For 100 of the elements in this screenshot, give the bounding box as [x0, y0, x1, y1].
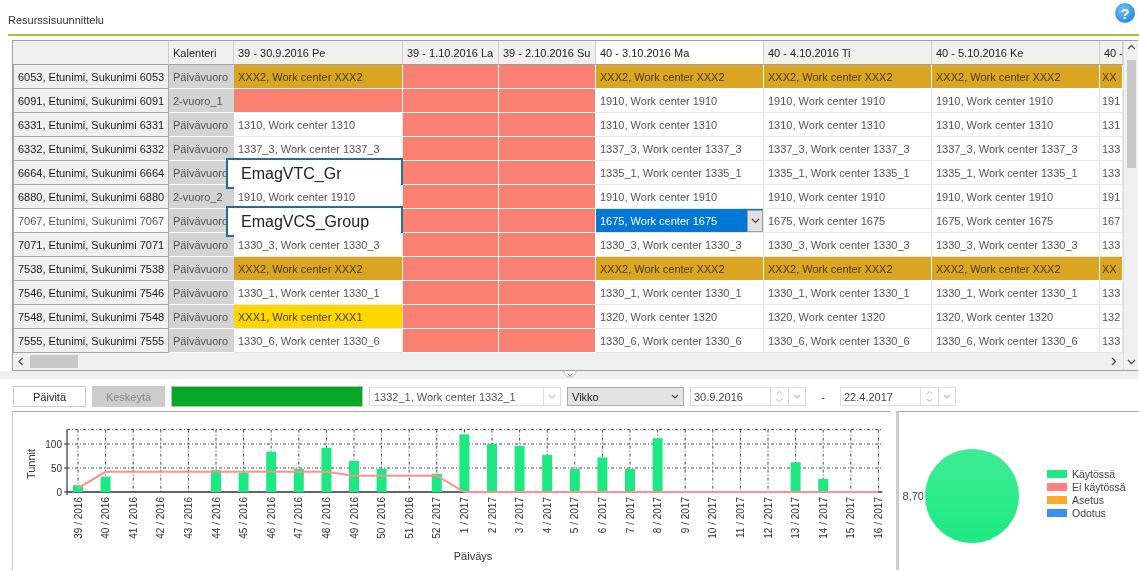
table-cell[interactable]: XXX2, Work center XXX2: [932, 65, 1100, 89]
row-header[interactable]: 6091, Etunimi, Sukunimi 6091: [13, 89, 169, 113]
table-cell[interactable]: [403, 281, 499, 305]
table-cell[interactable]: [403, 209, 499, 233]
date-field[interactable]: 30.9.2016: [690, 387, 806, 406]
table-cell[interactable]: 133: [1100, 329, 1123, 353]
table-cell[interactable]: 1335_1, Work center 1335_1: [764, 161, 932, 185]
table-cell[interactable]: 131: [1100, 113, 1123, 137]
row-header[interactable]: 6664, Etunimi, Sukunimi 6664: [13, 161, 169, 185]
row-header[interactable]: 7555, Etunimi, Sukunimi 7555: [13, 329, 169, 353]
table-cell[interactable]: [403, 113, 499, 137]
table-cell[interactable]: 1320, Work center 1320: [764, 305, 932, 329]
date-field[interactable]: 22.4.2017: [840, 387, 956, 406]
table-cell[interactable]: 1675, Work center 1675: [932, 209, 1100, 233]
splitter-grip-icon[interactable]: [562, 371, 577, 380]
table-cell[interactable]: [499, 281, 596, 305]
dropdown-button[interactable]: [747, 209, 763, 232]
table-cell[interactable]: [499, 185, 596, 209]
table-cell[interactable]: [403, 161, 499, 185]
table-cell[interactable]: 191: [1100, 89, 1123, 113]
column-header[interactable]: 39 - 30.9.2016 Pe: [234, 41, 403, 65]
table-cell[interactable]: 1910, Work center 1910: [764, 89, 932, 113]
table-cell[interactable]: 1910, Work center 1910: [764, 185, 932, 209]
table-cell[interactable]: [403, 137, 499, 161]
column-header[interactable]: 39 - 2.10.2016 Su: [499, 41, 596, 65]
table-cell[interactable]: [403, 65, 499, 89]
table-cell[interactable]: 1910, Work center 1910: [596, 89, 764, 113]
column-header[interactable]: 40 - 4.10.2016 Ti: [764, 41, 932, 65]
vertical-scrollbar[interactable]: [1123, 41, 1138, 370]
column-header[interactable]: 40 -: [1100, 41, 1123, 65]
table-cell[interactable]: 1310, Work center 1310: [596, 113, 764, 137]
table-cell[interactable]: 132: [1100, 305, 1123, 329]
table-cell[interactable]: [234, 89, 403, 113]
table-cell[interactable]: XXX2, Work center XXX2: [234, 257, 403, 281]
table-cell[interactable]: 1330_1, Work center 1330_1: [596, 281, 764, 305]
column-header[interactable]: Kalenteri: [169, 41, 234, 65]
table-cell[interactable]: 1675, Work center 1675: [764, 209, 932, 233]
table-cell[interactable]: [499, 257, 596, 281]
table-cell[interactable]: XX: [1100, 257, 1123, 281]
refresh-button[interactable]: Päivitä: [13, 386, 86, 407]
table-cell[interactable]: 1310, Work center 1310: [764, 113, 932, 137]
table-cell[interactable]: [403, 305, 499, 329]
table-cell[interactable]: 1337_3, Work center 1337_3: [932, 137, 1100, 161]
table-cell[interactable]: 1330_6, Work center 1330_6: [234, 329, 403, 353]
table-cell[interactable]: 1337_3, Work center 1337_3: [596, 137, 764, 161]
table-cell[interactable]: XXX2, Work center XXX2: [596, 65, 764, 89]
table-cell[interactable]: 167: [1100, 209, 1123, 233]
row-header[interactable]: 7071, Etunimi, Sukunimi 7071: [13, 233, 169, 257]
table-cell[interactable]: 1330_3, Work center 1330_3: [234, 233, 403, 257]
table-cell[interactable]: 1910, Work center 1910: [932, 89, 1100, 113]
table-cell[interactable]: 1320, Work center 1320: [932, 305, 1100, 329]
table-cell[interactable]: [403, 329, 499, 353]
table-cell[interactable]: [499, 113, 596, 137]
table-cell[interactable]: 133: [1100, 281, 1123, 305]
row-header[interactable]: 6053, Etunimi, Sukunimi 6053: [13, 65, 169, 89]
table-cell[interactable]: 1330_1, Work center 1330_1: [234, 281, 403, 305]
table-cell[interactable]: 1337_3, Work center 1337_3: [764, 137, 932, 161]
table-cell[interactable]: 1675, Work center 1675: [596, 209, 764, 233]
table-cell[interactable]: 1910, Work center 1910: [596, 185, 764, 209]
row-header[interactable]: 7548, Etunimi, Sukunimi 7548: [13, 305, 169, 329]
table-cell[interactable]: 191: [1100, 185, 1123, 209]
scroll-thumb[interactable]: [1126, 60, 1136, 168]
caret-icon[interactable]: [671, 394, 679, 399]
table-cell[interactable]: 1330_6, Work center 1330_6: [764, 329, 932, 353]
table-cell[interactable]: XXX2, Work center XXX2: [764, 65, 932, 89]
scroll-thumb[interactable]: [30, 355, 78, 368]
table-cell[interactable]: XXX2, Work center XXX2: [234, 65, 403, 89]
table-cell[interactable]: XX: [1100, 65, 1123, 89]
table-cell[interactable]: [403, 233, 499, 257]
table-cell[interactable]: [499, 233, 596, 257]
table-cell[interactable]: 1330_6, Work center 1330_6: [932, 329, 1100, 353]
table-cell[interactable]: 1335_1, Work center 1335_1: [596, 161, 764, 185]
work-center-dropdown[interactable]: 1332_1, Work center 1332_1: [369, 387, 561, 406]
table-cell[interactable]: XXX2, Work center XXX2: [764, 257, 932, 281]
table-cell[interactable]: [499, 137, 596, 161]
row-header[interactable]: 7546, Etunimi, Sukunimi 7546: [13, 281, 169, 305]
table-cell[interactable]: 1330_3, Work center 1330_3: [596, 233, 764, 257]
row-header[interactable]: 6332, Etunimi, Sukunimi 6332: [13, 137, 169, 161]
row-header[interactable]: 6331, Etunimi, Sukunimi 6331: [13, 113, 169, 137]
column-header[interactable]: 40 - 5.10.2016 Ke: [932, 41, 1100, 65]
table-cell[interactable]: 1330_3, Work center 1330_3: [932, 233, 1100, 257]
column-header[interactable]: 39 - 1.10.2016 La: [403, 41, 499, 65]
table-cell[interactable]: 133: [1100, 233, 1123, 257]
table-cell[interactable]: [499, 65, 596, 89]
table-cell[interactable]: [499, 305, 596, 329]
table-cell[interactable]: 1320, Work center 1320: [596, 305, 764, 329]
table-cell[interactable]: [499, 89, 596, 113]
table-cell[interactable]: 1335_1, Work center 1335_1: [932, 161, 1100, 185]
row-header[interactable]: 6880, Etunimi, Sukunimi 6880: [13, 185, 169, 209]
table-cell[interactable]: [403, 257, 499, 281]
table-cell[interactable]: [499, 329, 596, 353]
chevron-icon[interactable]: [750, 217, 760, 224]
table-cell[interactable]: 1337_3, Work center 1337_3: [234, 137, 403, 161]
table-cell[interactable]: 133: [1100, 161, 1123, 185]
table-cell[interactable]: [499, 161, 596, 185]
table-cell[interactable]: 133: [1100, 137, 1123, 161]
table-cell[interactable]: 1910, Work center 1910: [234, 185, 403, 209]
table-cell[interactable]: XXX1, Work center XXX1: [234, 305, 403, 329]
table-cell[interactable]: 1330_6, Work center 1330_6: [596, 329, 764, 353]
row-header[interactable]: 7538, Etunimi, Sukunimi 7538: [13, 257, 169, 281]
